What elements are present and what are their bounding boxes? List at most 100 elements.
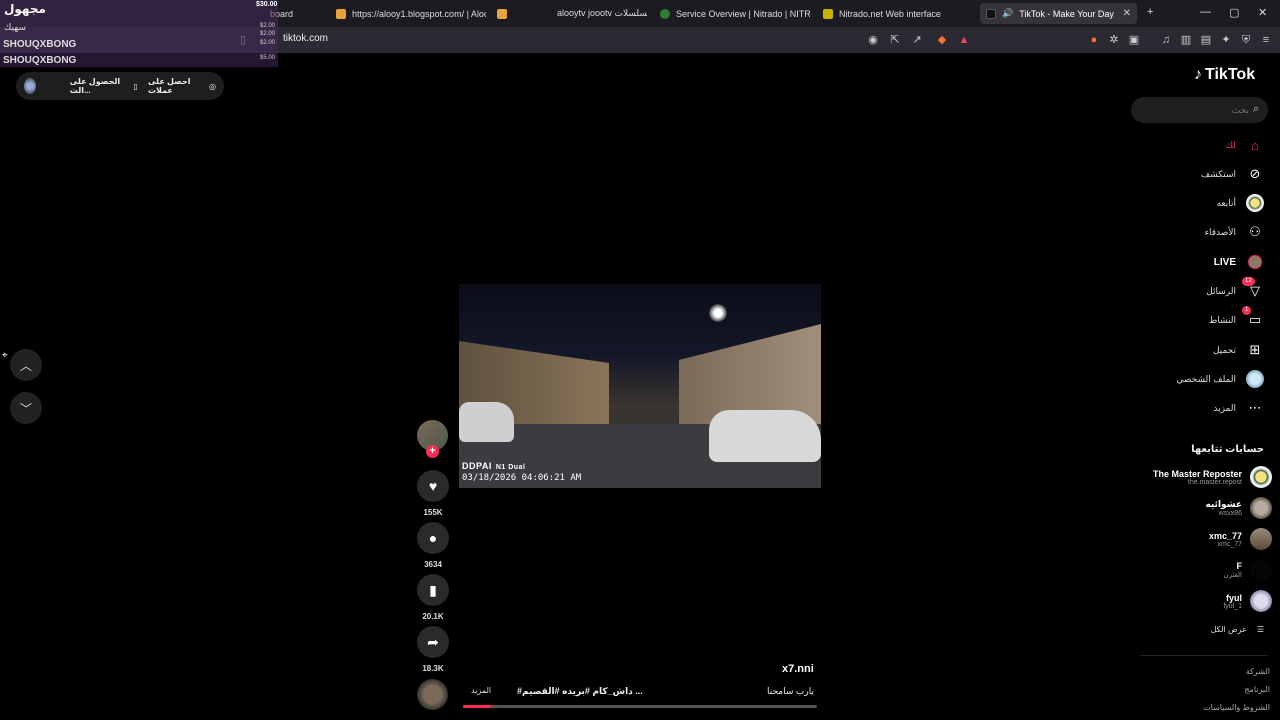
- more-link[interactable]: المزيد: [471, 686, 491, 695]
- following-section-title: حسابات تتابعها: [1191, 444, 1264, 455]
- tab-tiktok[interactable]: 🔊 TikTok - Make Your Day ✕: [980, 3, 1137, 24]
- home-icon: ⌂: [1251, 137, 1259, 153]
- wallet-icon[interactable]: ▤: [1200, 34, 1212, 46]
- donor-row: SHOUQXBONG: [3, 55, 77, 66]
- maximize-icon[interactable]: ▢: [1229, 6, 1239, 19]
- sidebar-item-profile[interactable]: الملف الشخصي: [1176, 369, 1264, 389]
- sidebar-item-label: النشاط: [1208, 314, 1236, 325]
- post-hashtags[interactable]: #داش_كام #بريده #القصيم ...: [517, 686, 643, 697]
- tab-label: alooytv joootv مسلسلات: [557, 8, 647, 18]
- following-item[interactable]: The Master Reposter the.master.repost: [1153, 466, 1272, 488]
- extension-icon[interactable]: ●: [1088, 34, 1100, 46]
- post-caption: يارب سامحنا: [767, 686, 814, 696]
- activity-badge: 1: [1242, 306, 1252, 315]
- tab-label: Nitrado.net Web interface: [839, 8, 941, 19]
- like-button[interactable]: ♥: [417, 470, 449, 502]
- post-username[interactable]: x7.nni: [782, 663, 814, 675]
- live-icon: [1246, 253, 1264, 271]
- save-button[interactable]: ▮: [417, 574, 449, 606]
- tab-alooy-blog[interactable]: https://alooy1.blogspot.com/ | Aloo: [336, 3, 486, 24]
- logo-text: TikTok: [1205, 66, 1256, 83]
- vpn-icon[interactable]: ⛨: [1240, 34, 1252, 46]
- open-external-icon[interactable]: ⇱: [889, 34, 901, 46]
- following-item[interactable]: fyul fyul_1: [1223, 590, 1272, 612]
- following-handle: fyul_1: [1223, 602, 1242, 610]
- see-all-link[interactable]: عرض الكل ☰: [1211, 625, 1264, 634]
- new-tab-button[interactable]: +: [1147, 6, 1153, 18]
- sidebar-item-friends[interactable]: الأصدقاء ⚇: [1205, 222, 1264, 242]
- sidebar-item-more[interactable]: المزيد ⋯: [1213, 398, 1264, 418]
- video-progress-bar[interactable]: [463, 705, 817, 708]
- puzzle-icon[interactable]: ✲: [1108, 34, 1120, 46]
- minimize-icon[interactable]: —: [1200, 6, 1211, 18]
- save-action: ▮ 20.1K: [417, 574, 449, 621]
- previous-video-button[interactable]: ︿: [10, 349, 42, 381]
- follow-button[interactable]: +: [426, 445, 439, 458]
- sidebar-item-for-you[interactable]: لك ⌂: [1226, 135, 1264, 155]
- music-icon[interactable]: ♫: [1160, 34, 1172, 46]
- sidebar-item-following[interactable]: أتابعه: [1217, 193, 1264, 213]
- share-arrow-icon: ➦: [427, 633, 439, 650]
- search-input[interactable]: [1141, 102, 1249, 118]
- video-player[interactable]: DDPAI N1 Dual 03/18/2026 04:06:21 AM: [459, 284, 821, 488]
- comment-count: 3634: [424, 560, 442, 569]
- avatar[interactable]: [24, 78, 36, 94]
- tiktok-logo[interactable]: ♪ TikTok: [1194, 66, 1255, 84]
- ai-icon[interactable]: ✦: [1220, 34, 1232, 46]
- tab-nitrado-overview[interactable]: Service Overview | Nitrado | NITRADO: [660, 3, 810, 24]
- brave-shield-icon[interactable]: ◆: [936, 34, 948, 46]
- following-item[interactable]: xmc_77 xmc_77: [1209, 528, 1272, 550]
- footer-link-company[interactable]: الشركة: [1246, 667, 1270, 676]
- comment-action: ● 3634: [417, 522, 449, 569]
- small-amount: $5.00: [260, 55, 276, 61]
- blogger-icon: [336, 8, 346, 19]
- messages-badge: 12: [1242, 277, 1255, 286]
- close-window-icon[interactable]: ✕: [1258, 6, 1267, 19]
- comment-button[interactable]: ●: [417, 522, 449, 554]
- following-name: The Master Reposter: [1152, 468, 1242, 479]
- next-video-button[interactable]: ﹀: [10, 392, 42, 424]
- upload-icon: ⊞: [1249, 342, 1261, 357]
- sidebar-item-live[interactable]: LIVE: [1214, 252, 1264, 272]
- footer-link-terms[interactable]: الشروط والسياسات: [1203, 703, 1270, 712]
- url-field[interactable]: tiktok.com: [283, 33, 328, 44]
- mouse-cursor-icon: ⌖: [2, 350, 8, 361]
- list-icon: ☰: [1256, 625, 1264, 634]
- sidebar-icon[interactable]: ▥: [1180, 34, 1192, 46]
- tab-alooytv[interactable]: alooytv joootv مسلسلات: [497, 3, 647, 24]
- screenshot-icon[interactable]: ▣: [1128, 34, 1140, 46]
- like-action: ♥ 155K: [417, 470, 449, 517]
- dashcam-timestamp: 03/18/2026 04:06:21 AM: [462, 473, 582, 483]
- tab-nitrado-web[interactable]: Nitrado.net Web interface: [823, 3, 973, 24]
- coins-banner: الحصول على الت... ▯ احصل على عملات ◎: [16, 72, 224, 100]
- sidebar-item-activity[interactable]: النشاط ▭ 1: [1208, 306, 1264, 330]
- broadcast-icon[interactable]: ◉: [867, 34, 879, 46]
- music-disc-icon[interactable]: [417, 679, 448, 710]
- following-item[interactable]: F الغثرن: [1223, 559, 1272, 581]
- following-name: F: [1236, 561, 1243, 571]
- get-app-button[interactable]: الحصول على الت...: [70, 77, 124, 95]
- search-icon[interactable]: ⌕: [1253, 103, 1259, 116]
- avatar: [1250, 466, 1272, 488]
- more-icon: ⋯: [1248, 400, 1262, 415]
- menu-icon[interactable]: ≡: [1260, 34, 1272, 46]
- nitrado-icon: [660, 8, 670, 19]
- sidebar-item-messages[interactable]: الرسائل ▽ 12: [1206, 277, 1264, 301]
- share-action: ➦ 18.3K: [417, 626, 449, 673]
- brave-rewards-icon[interactable]: ▲: [958, 34, 970, 46]
- close-tab-icon[interactable]: ✕: [1123, 8, 1131, 19]
- sidebar-item-explore[interactable]: استكشف ⊘: [1201, 164, 1264, 184]
- share-button[interactable]: ➦: [417, 626, 449, 658]
- sidebar-item-label: المزيد: [1213, 402, 1236, 413]
- donor-row: SHOUQXBONG: [3, 39, 77, 50]
- following-name: عشوائيه: [1205, 499, 1242, 509]
- sidebar-item-label: LIVE: [1213, 256, 1236, 268]
- get-coins-button[interactable]: احصل على عملات: [148, 77, 199, 95]
- messages-icon: ▽ 12: [1242, 277, 1264, 300]
- footer-link-program[interactable]: البرنامج: [1244, 685, 1270, 694]
- following-item[interactable]: عشوائيه wsvx86: [1205, 497, 1272, 519]
- share-icon[interactable]: ↗: [911, 34, 923, 46]
- sidebar-item-label: الرسائل: [1206, 285, 1236, 296]
- tab-dashboard[interactable]: board: [270, 3, 330, 24]
- sidebar-item-upload[interactable]: تحميل ⊞: [1213, 340, 1264, 360]
